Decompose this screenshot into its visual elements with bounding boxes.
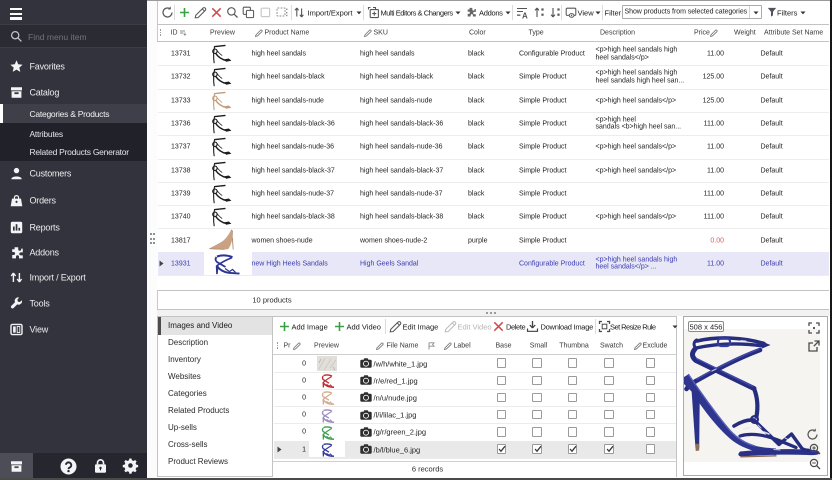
svg-text:A: A xyxy=(522,11,528,20)
